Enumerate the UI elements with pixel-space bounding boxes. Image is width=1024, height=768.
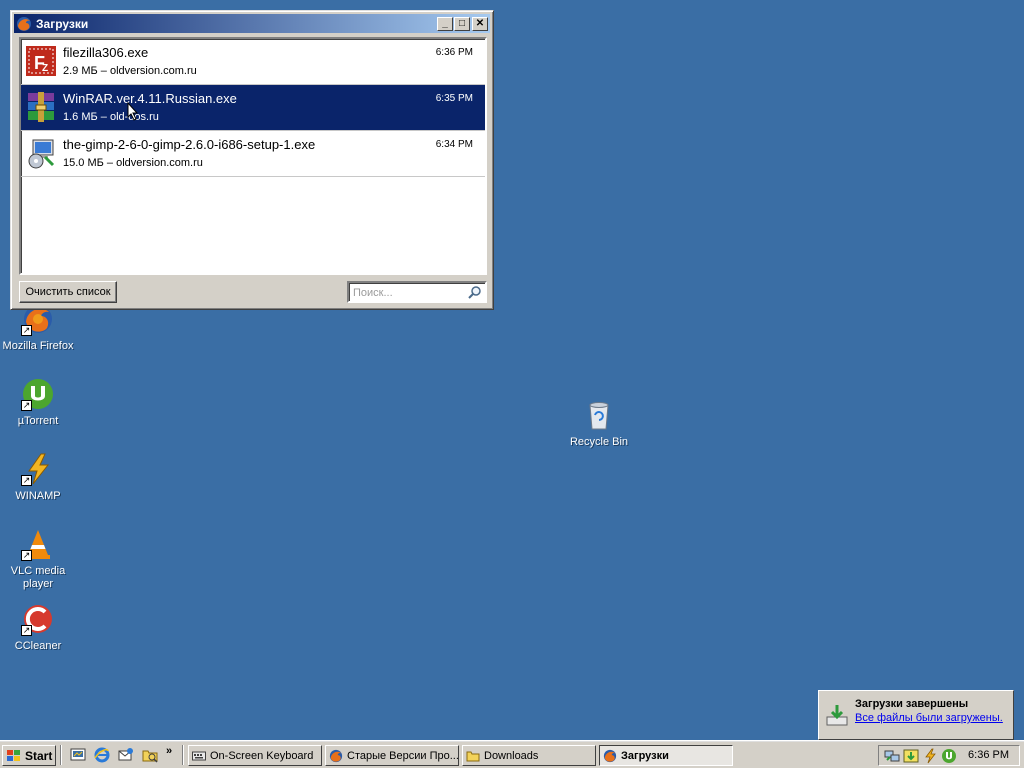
winrar-icon [25, 91, 57, 123]
download-item[interactable]: FZ filezilla306.exe 2.9 МБ – oldversion.… [21, 39, 485, 85]
filezilla-icon: FZ [25, 45, 57, 77]
search-input[interactable] [353, 285, 463, 301]
task-downloads-folder[interactable]: Downloads [462, 745, 596, 766]
maximize-button[interactable]: □ [454, 16, 470, 31]
utorrent-icon: ↗ [21, 377, 55, 411]
download-complete-icon [826, 705, 848, 726]
download-item[interactable]: WinRAR.ver.4.11.Russian.exe 1.6 МБ – old… [21, 85, 485, 131]
desktop-icon-ccleaner[interactable]: ↗ CCleaner [0, 602, 76, 653]
outlook-express-icon[interactable] [118, 747, 134, 763]
show-desktop-icon[interactable] [70, 747, 86, 763]
desktop-icon-vlc[interactable]: ↗ VLC media player [0, 527, 76, 591]
task-label: Загрузки [621, 749, 669, 762]
download-item[interactable]: the-gimp-2-6-0-gimp-2.6.0-i686-setup-1.e… [21, 131, 485, 177]
ccleaner-icon: ↗ [21, 602, 55, 636]
network-icon[interactable] [884, 748, 900, 764]
start-button[interactable]: Start [2, 745, 56, 766]
minimize-button[interactable]: _ [437, 16, 453, 31]
task-label: Downloads [484, 749, 539, 762]
folder-icon [466, 751, 480, 761]
firefox-icon [17, 16, 31, 31]
desktop-icon-label: WINAMP [15, 490, 61, 502]
vlc-icon: ↗ [21, 527, 55, 561]
search-box[interactable] [347, 281, 487, 303]
task-on-screen-keyboard[interactable]: On-Screen Keyboard [188, 745, 322, 766]
firefox-icon [329, 749, 343, 762]
desktop-icon-label: Recycle Bin [569, 436, 629, 448]
winamp-icon: ↗ [21, 452, 55, 486]
download-time: 6:35 PM [435, 93, 473, 104]
download-info: 2.9 МБ – oldversion.com.ru [63, 65, 197, 77]
taskbar-separator [60, 745, 62, 765]
recycle-bin-icon [582, 398, 616, 432]
system-tray: 6:36 PM [878, 745, 1020, 766]
window-title: Загрузки [36, 16, 89, 31]
desktop-icon-recycle-bin[interactable]: Recycle Bin [561, 398, 637, 449]
download-info: 15.0 МБ – oldversion.com.ru [63, 157, 203, 169]
maximize-icon: □ [458, 17, 466, 29]
download-tray-icon[interactable] [903, 748, 919, 764]
clock[interactable]: 6:36 PM [968, 749, 1009, 761]
downloads-window: Загрузки _ □ ✕ FZ filezilla306.exe 2.9 М… [10, 10, 494, 310]
desktop-icon-label: VLC media player [10, 565, 66, 590]
desktop-icon-label: µTorrent [17, 415, 59, 427]
task-label: Старые Версии Про... [347, 749, 459, 762]
download-time: 6:36 PM [435, 47, 473, 58]
task-old-versions-browser[interactable]: Старые Версии Про... [325, 745, 459, 766]
windows-explorer-icon[interactable] [142, 747, 158, 763]
firefox-icon [603, 749, 617, 762]
quick-launch-more-icon[interactable]: » [166, 745, 172, 757]
window-titlebar[interactable]: Загрузки _ □ ✕ [14, 14, 490, 33]
utorrent-icon[interactable] [941, 748, 957, 764]
notification-message-link[interactable]: Все файлы были загружены. [855, 712, 1003, 724]
search-icon[interactable] [467, 285, 482, 300]
clear-list-button[interactable]: Очистить список [19, 281, 117, 303]
close-icon: ✕ [475, 17, 485, 29]
svg-text:Z: Z [42, 63, 48, 74]
desktop-icon-utorrent[interactable]: ↗ µTorrent [0, 377, 76, 428]
taskbar-separator [182, 745, 184, 765]
task-label: On-Screen Keyboard [210, 749, 314, 762]
keyboard-icon [192, 751, 206, 760]
close-button[interactable]: ✕ [472, 16, 488, 31]
winamp-icon[interactable] [922, 748, 938, 764]
desktop-icon-label: Mozilla Firefox [2, 340, 74, 352]
desktop-icon-label: CCleaner [14, 640, 62, 652]
download-info: 1.6 МБ – old-dos.ru [63, 111, 159, 123]
notification-title: Загрузки завершены [855, 698, 969, 710]
minimize-icon: _ [442, 17, 448, 29]
windows-logo-icon [7, 749, 20, 761]
downloads-complete-notification[interactable]: Загрузки завершены Все файлы были загруж… [818, 690, 1014, 740]
download-filename: the-gimp-2-6-0-gimp-2.6.0-i686-setup-1.e… [63, 137, 316, 152]
download-filename: filezilla306.exe [63, 45, 149, 60]
task-downloads-window[interactable]: Загрузки [599, 745, 733, 766]
downloads-list[interactable]: FZ filezilla306.exe 2.9 МБ – oldversion.… [19, 37, 487, 275]
taskbar: Start » On-Screen Keyboard Старые Версии… [0, 740, 1024, 768]
desktop-icon-winamp[interactable]: ↗ WINAMP [0, 452, 76, 503]
internet-explorer-icon[interactable] [94, 747, 110, 763]
start-label: Start [25, 748, 53, 763]
download-filename: WinRAR.ver.4.11.Russian.exe [63, 91, 237, 106]
download-time: 6:34 PM [435, 139, 473, 150]
mouse-cursor-icon [127, 102, 139, 121]
installer-icon [25, 137, 57, 169]
